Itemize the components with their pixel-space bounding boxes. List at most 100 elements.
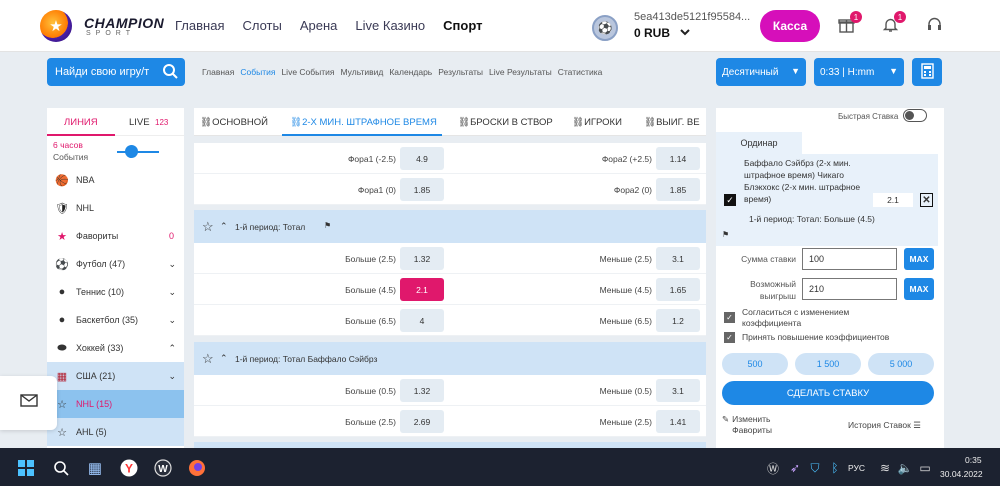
clock-time[interactable]: 0:35 (965, 455, 982, 465)
slider-knob[interactable] (125, 145, 138, 158)
sidebar-item-nhl[interactable]: 🛡 NHL (47, 194, 184, 222)
language-indicator[interactable]: РУС (848, 463, 865, 473)
tab-line[interactable]: ЛИНИЯ (64, 117, 98, 128)
tray-w-icon[interactable]: Ⓦ (762, 457, 784, 479)
star-icon[interactable]: ☆ (202, 219, 214, 235)
accept-increase-checkbox[interactable]: ✓ (724, 332, 735, 343)
sidebar-item-basketball[interactable]: ● Баскетбол (35) ⌄ (47, 306, 184, 334)
subnav-results[interactable]: Результаты (438, 67, 483, 77)
tab-live[interactable]: LIVE (129, 117, 150, 128)
windows-start-icon[interactable] (15, 457, 37, 479)
odds-format-select[interactable]: Десятичный ▼ (716, 58, 806, 86)
odds-button[interactable]: 1.85 (656, 178, 700, 201)
max-stake-button[interactable]: MAX (904, 248, 934, 270)
calculator-button[interactable] (912, 58, 942, 86)
logo-icon[interactable]: ★ (40, 10, 72, 42)
clock-date[interactable]: 30.04.2022 (940, 469, 983, 479)
nav-home[interactable]: Главная (175, 18, 224, 33)
sidebar-item-hockey[interactable]: ⬬ Хоккей (33) ⌃ (47, 334, 184, 362)
quick-stake-button[interactable]: 1 500 (795, 353, 861, 375)
subnav-live-events[interactable]: Live События (281, 67, 334, 77)
search-input[interactable]: Найди свою игру/т (47, 58, 185, 86)
tab-main[interactable]: ⛓ОСНОВНОЙ (200, 117, 268, 128)
market-group-header[interactable]: ☆ ⌃ 1-й период: Тотал ⚑ (194, 210, 706, 243)
odds-button[interactable]: 4.9 (400, 147, 444, 170)
odds-button[interactable]: 1.14 (656, 147, 700, 170)
odds-button[interactable]: 1.85 (400, 178, 444, 201)
subnav-events[interactable]: События (240, 67, 275, 77)
odds-button[interactable]: 4 (400, 309, 444, 332)
odds-button[interactable]: 1.32 (400, 379, 444, 402)
bet-checkbox[interactable]: ✓ (724, 194, 736, 206)
account-id[interactable]: 5ea413de5121f95584... (634, 11, 750, 23)
odds-button[interactable]: 2.69 (400, 410, 444, 433)
firefox-icon[interactable] (186, 457, 208, 479)
chevron-up-icon[interactable]: ⌃ (220, 353, 228, 364)
odds-button[interactable]: 1.2 (656, 309, 700, 332)
chevron-down-icon[interactable]: ⌄ (168, 315, 176, 326)
agree-change-checkbox[interactable]: ✓ (724, 312, 735, 323)
tab-shots-on-goal[interactable]: ⛓БРОСКИ В СТВОР (458, 117, 553, 128)
sidebar-item-nhl-league[interactable]: ☆ NHL (15) (47, 390, 184, 418)
chevron-down-icon[interactable] (680, 25, 690, 39)
nav-live-casino[interactable]: Live Казино (355, 18, 425, 33)
odds-button[interactable]: 1.41 (656, 410, 700, 433)
tab-players[interactable]: ⛓ИГРОКИ (572, 117, 622, 128)
bet-history-button[interactable]: История Ставок ☰ (848, 420, 921, 431)
app-w-icon[interactable]: W (152, 457, 174, 479)
place-bet-button[interactable]: СДЕЛАТЬ СТАВКУ (722, 381, 934, 405)
nav-arena[interactable]: Арена (300, 18, 338, 33)
volume-icon[interactable]: 🔈 (894, 457, 916, 479)
chevron-down-icon[interactable]: ⌄ (168, 287, 176, 298)
chevron-down-icon[interactable]: ⌄ (168, 371, 176, 382)
star-icon[interactable]: ☆ (202, 351, 214, 367)
remove-bet-icon[interactable]: ✕ (920, 193, 933, 207)
cashier-button[interactable]: Касса (760, 10, 820, 42)
sidebar-item-favorites[interactable]: ★ Фавориты 0 (47, 222, 184, 250)
tray-shield-icon[interactable]: ⛉ (804, 457, 826, 479)
subnav-calendar[interactable]: Календарь (389, 67, 432, 77)
nav-slots[interactable]: Слоты (242, 18, 281, 33)
sidebar-item-nba[interactable]: 🏀 NBA (47, 166, 184, 194)
odds-button[interactable]: 3.1 (656, 379, 700, 402)
search-icon[interactable] (162, 63, 179, 84)
account-balance[interactable]: 0 RUB (634, 26, 670, 40)
sidebar-item-usa[interactable]: ▦ США (21) ⌄ (47, 362, 184, 390)
calculator-icon[interactable]: ▦ (84, 457, 106, 479)
battery-icon[interactable]: ▭ (914, 457, 936, 479)
brand-title[interactable]: CHAMPION (84, 15, 164, 31)
headset-icon[interactable] (926, 16, 943, 38)
tab-wins[interactable]: ⛓ВЫИГ. ВЕ (644, 117, 700, 128)
quick-stake-button[interactable]: 5 000 (868, 353, 934, 375)
odds-button-selected[interactable]: 2.1 (400, 278, 444, 301)
subnav-live-results[interactable]: Live Результаты (489, 67, 552, 77)
stake-input[interactable]: 100 (802, 248, 897, 270)
chevron-up-icon[interactable]: ⌃ (220, 221, 228, 232)
tray-feather-icon[interactable]: ➶ (784, 457, 806, 479)
hours-slider[interactable] (117, 151, 159, 153)
avatar[interactable]: ⚽ (592, 15, 618, 41)
chevron-down-icon[interactable]: ⌄ (168, 259, 176, 270)
subnav-statistics[interactable]: Статистика (558, 67, 603, 77)
yandex-browser-icon[interactable]: Y (118, 457, 140, 479)
max-win-button[interactable]: MAX (904, 278, 934, 300)
quick-stake-button[interactable]: 500 (722, 353, 788, 375)
market-group-header[interactable]: ☆ ⌃ 1-й период: Тотал Баффало Сэйбрз (194, 342, 706, 375)
odds-button[interactable]: 3.1 (656, 247, 700, 270)
odds-button[interactable]: 1.65 (656, 278, 700, 301)
chevron-up-icon[interactable]: ⌃ (168, 343, 176, 354)
nav-sport[interactable]: Спорт (443, 18, 482, 33)
subnav-home[interactable]: Главная (202, 67, 234, 77)
tab-penalty-time[interactable]: ⛓2-Х МИН. ШТРАФНОЕ ВРЕМЯ (290, 117, 437, 128)
quick-bet-toggle[interactable] (903, 109, 927, 122)
mail-button[interactable] (0, 376, 57, 430)
tab-single[interactable]: Ординар (716, 132, 802, 154)
time-format-select[interactable]: 0:33 | H:mm ▼ (814, 58, 904, 86)
subnav-multiview[interactable]: Мультивид (341, 67, 384, 77)
sidebar-item-tennis[interactable]: ● Теннис (10) ⌄ (47, 278, 184, 306)
wifi-icon[interactable]: ≋ (874, 457, 896, 479)
edit-favorites-button[interactable]: ✎ Изменить Фавориты (722, 414, 784, 436)
sidebar-item-football[interactable]: ⚽ Футбол (47) ⌄ (47, 250, 184, 278)
bluetooth-icon[interactable]: ᛒ (824, 457, 846, 479)
sidebar-item-ahl[interactable]: ☆ AHL (5) (47, 418, 184, 446)
